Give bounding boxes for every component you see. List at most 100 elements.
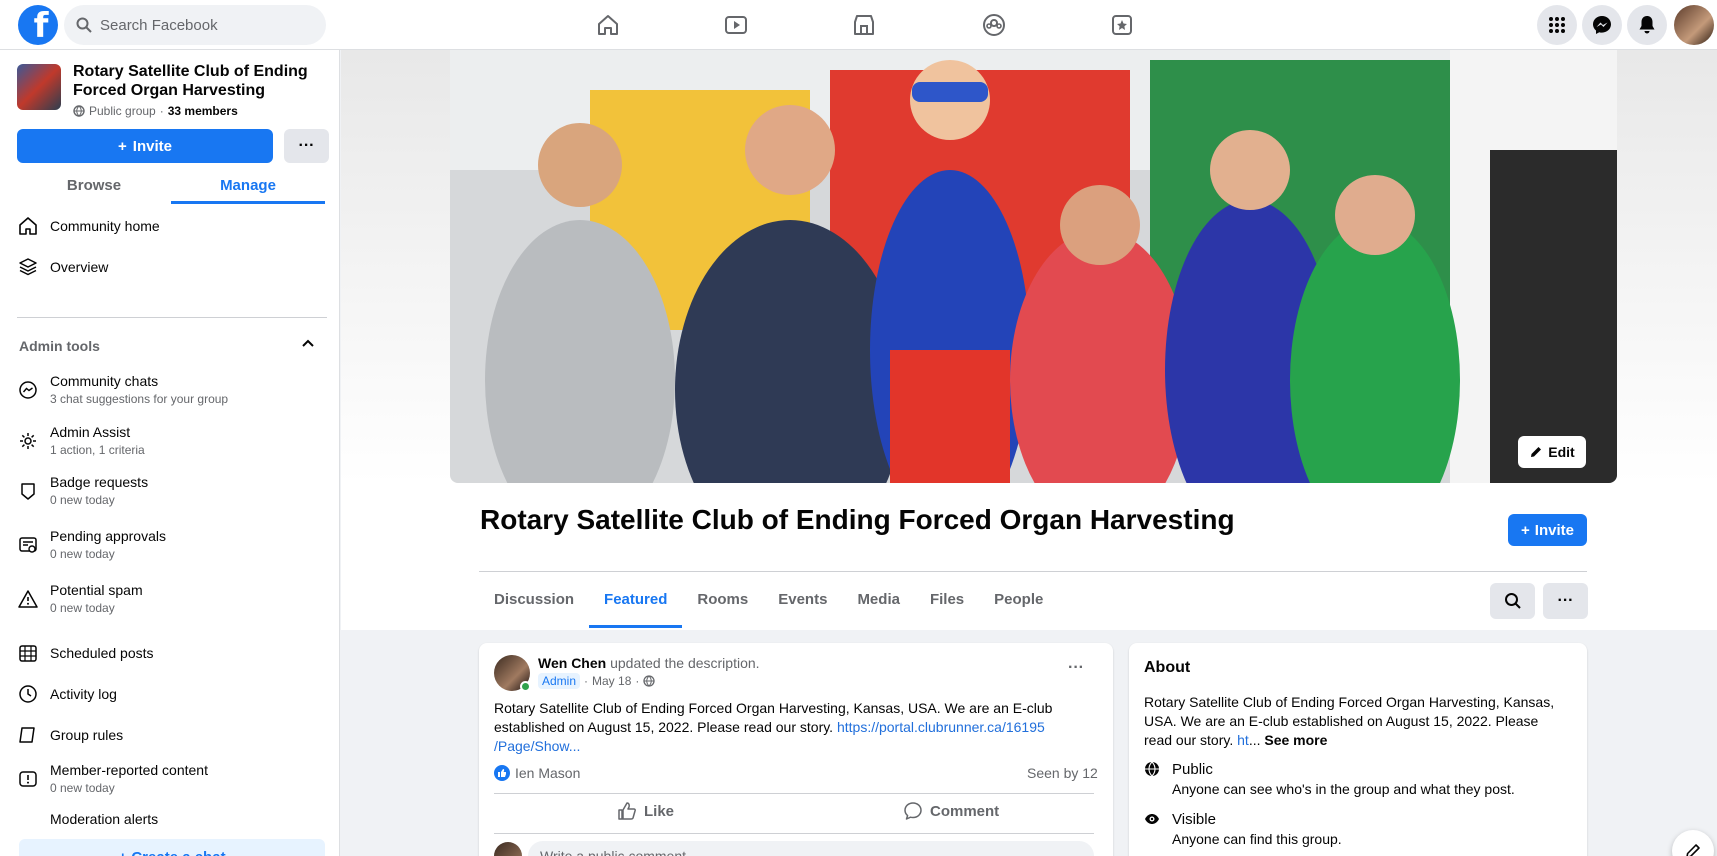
search-input[interactable]: [100, 16, 300, 34]
top-navigation-bar: f: [0, 0, 1717, 50]
sidebar-item-activity-log[interactable]: Activity log: [17, 683, 117, 705]
sidebar-item-admin-assist[interactable]: Admin Assist 1 action, 1 criteria: [17, 424, 145, 457]
post-body: Rotary Satellite Club of Ending Forced O…: [494, 700, 1053, 754]
rules-icon: [19, 727, 35, 743]
create-chat-button[interactable]: + Create a chat: [19, 839, 325, 856]
edit-cover-button[interactable]: Edit: [1518, 436, 1586, 468]
marketplace-icon[interactable]: [851, 12, 877, 38]
post-action-text: updated the description.: [610, 655, 760, 671]
like-reaction-icon: [494, 765, 510, 781]
post-header: Wen Chen updated the description.: [538, 655, 760, 671]
sidebar-item-badge-requests[interactable]: Badge requests 0 new today: [17, 474, 148, 507]
approvals-icon: [19, 536, 37, 553]
cover-photo[interactable]: [450, 50, 1617, 483]
comment-composer: [494, 841, 1094, 856]
about-privacy: Public Anyone can see who's in the group …: [1144, 761, 1515, 797]
tab-media[interactable]: Media: [842, 580, 915, 628]
group-tabs-more-button[interactable]: ···: [1543, 583, 1588, 619]
globe-icon: [73, 105, 85, 117]
sidebar-item-scheduled-posts[interactable]: Scheduled posts: [17, 642, 154, 664]
group-more-button[interactable]: ···: [284, 129, 329, 163]
tab-people[interactable]: People: [979, 580, 1058, 628]
calendar-icon: [19, 645, 37, 662]
reaction-summary[interactable]: Ien Mason: [494, 765, 580, 781]
featured-post-card: Wen Chen updated the description. Admin …: [479, 643, 1113, 856]
notifications-button[interactable]: [1627, 5, 1667, 45]
seen-count[interactable]: Seen by 12: [1027, 765, 1098, 781]
plus-icon: +: [1521, 521, 1530, 539]
report-icon: [19, 770, 37, 787]
groups-icon[interactable]: [981, 12, 1007, 38]
sidebar-item-moderation-alerts[interactable]: Moderation alerts: [17, 814, 158, 824]
tab-manage[interactable]: Manage: [171, 170, 325, 204]
chevron-up-icon[interactable]: [300, 336, 316, 352]
comment-input[interactable]: [528, 841, 1094, 856]
compose-icon: [1686, 844, 1700, 856]
sidebar-item-community-home[interactable]: Community home: [17, 215, 160, 237]
tab-featured[interactable]: Featured: [589, 580, 683, 628]
chat-icon: [19, 380, 37, 399]
sidebar-item-pending-approvals[interactable]: Pending approvals 0 new today: [17, 528, 166, 561]
tab-rooms[interactable]: Rooms: [682, 580, 763, 628]
see-more-link[interactable]: See more: [1264, 732, 1327, 748]
sidebar-item-community-chats[interactable]: Community chats 3 chat suggestions for yo…: [17, 373, 228, 406]
facebook-logo[interactable]: f: [18, 5, 58, 45]
home-icon: [19, 217, 37, 235]
post-divider: [494, 793, 1094, 794]
about-card: About Rotary Satellite Club of Ending Fo…: [1129, 643, 1587, 856]
globe-icon: [1145, 761, 1159, 777]
badge-icon: [21, 482, 35, 500]
group-thumbnail[interactable]: [17, 64, 61, 110]
menu-grid-button[interactable]: [1537, 5, 1577, 45]
about-title: About: [1144, 659, 1191, 676]
clock-icon: [19, 685, 37, 703]
sidebar-item-overview[interactable]: Overview: [17, 256, 108, 278]
header-divider: [479, 571, 1587, 572]
about-visibility: Visible Anyone can find this group.: [1144, 811, 1342, 847]
commenter-avatar: [494, 842, 522, 856]
group-search-button[interactable]: [1490, 583, 1535, 619]
invite-button-main[interactable]: + Invite: [1508, 514, 1587, 546]
comment-button[interactable]: Comment: [903, 801, 999, 821]
sidebar-item-potential-spam[interactable]: Potential spam 0 new today: [17, 582, 143, 615]
home-icon[interactable]: [595, 12, 621, 38]
search-box[interactable]: [64, 5, 326, 45]
sidebar-item-member-reported-content[interactable]: Member-reported content 0 new today: [17, 762, 208, 795]
sidebar-item-group-rules[interactable]: Group rules: [17, 724, 123, 746]
admin-tools-heading[interactable]: Admin tools: [19, 338, 100, 354]
sidebar-divider: [17, 317, 327, 318]
account-avatar[interactable]: [1674, 5, 1714, 45]
tab-files[interactable]: Files: [915, 580, 979, 628]
cover-photo-image: [450, 50, 1617, 483]
admin-badge: Admin: [538, 673, 581, 689]
like-button[interactable]: Like: [617, 801, 674, 821]
thumbs-up-icon: [618, 802, 636, 820]
search-icon: [76, 17, 92, 33]
reaction-name: Ien Mason: [515, 765, 581, 781]
page-title[interactable]: Rotary Satellite Club of Ending Forced O…: [480, 504, 1235, 536]
tab-discussion[interactable]: Discussion: [479, 580, 589, 628]
pencil-icon: [1531, 447, 1542, 457]
group-admin-sidebar: Rotary Satellite Club of Ending Forced O…: [0, 50, 340, 856]
search-icon: [1504, 593, 1521, 609]
invite-button[interactable]: + Invite: [17, 129, 273, 163]
group-tabs: Discussion Featured Rooms Events Media F…: [479, 580, 1058, 628]
gaming-icon[interactable]: [1109, 12, 1135, 38]
messenger-icon: [1593, 16, 1611, 34]
about-link[interactable]: ht: [1237, 732, 1249, 748]
online-status-dot: [520, 681, 531, 692]
post-author-name[interactable]: Wen Chen: [538, 655, 606, 671]
group-meta: Public group · 33 members: [73, 104, 238, 118]
messenger-button[interactable]: [1582, 5, 1622, 45]
post-date[interactable]: May 18: [592, 674, 631, 688]
warning-icon: [18, 589, 38, 608]
group-name[interactable]: Rotary Satellite Club of Ending Forced O…: [73, 62, 323, 100]
eye-icon: [1145, 814, 1159, 824]
post-options-button[interactable]: ···: [1068, 659, 1084, 677]
watch-icon[interactable]: [723, 12, 749, 38]
new-message-button[interactable]: [1672, 830, 1714, 856]
tab-browse[interactable]: Browse: [17, 170, 171, 204]
group-members[interactable]: 33 members: [168, 104, 238, 118]
tab-events[interactable]: Events: [763, 580, 842, 628]
group-privacy: Public group: [89, 104, 156, 118]
